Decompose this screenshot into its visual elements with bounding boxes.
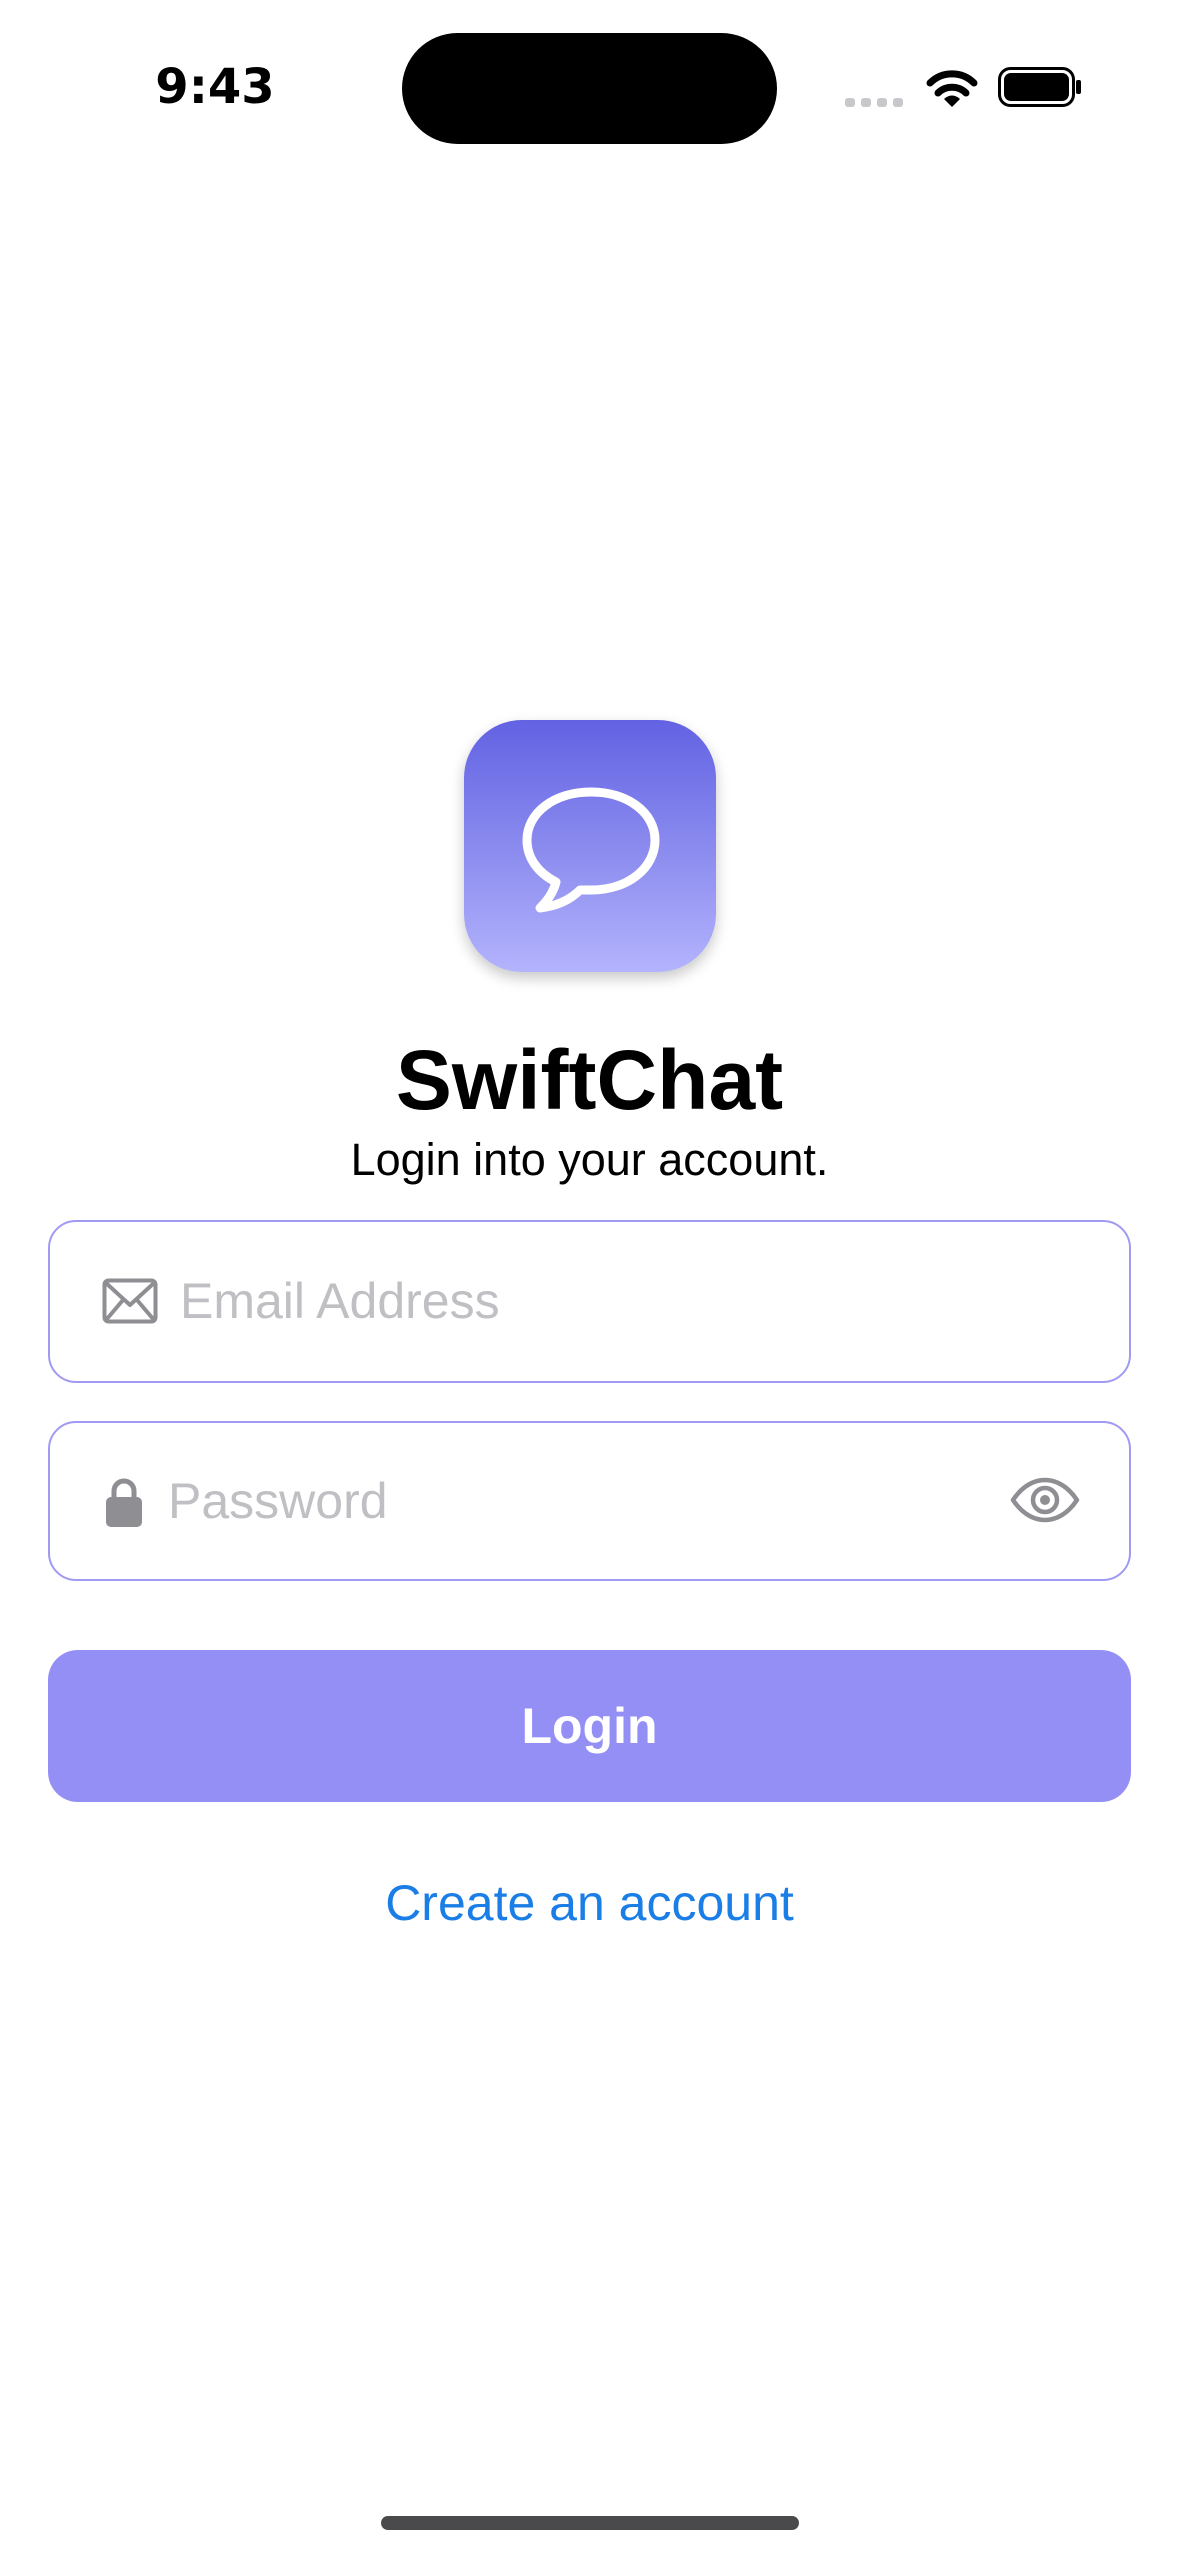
dynamic-island bbox=[402, 33, 777, 144]
app-logo bbox=[464, 720, 716, 972]
lock-icon bbox=[106, 1478, 142, 1527]
app-name: SwiftChat bbox=[395, 1033, 784, 1127]
status-time: 9:43 bbox=[155, 59, 275, 115]
email-field[interactable] bbox=[48, 1220, 1131, 1383]
envelope-icon bbox=[102, 1278, 158, 1324]
home-indicator[interactable] bbox=[381, 2516, 799, 2530]
eye-icon[interactable] bbox=[1010, 1477, 1080, 1523]
password-field[interactable] bbox=[48, 1421, 1131, 1581]
battery-icon bbox=[998, 67, 1081, 107]
chat-bubble-icon bbox=[522, 787, 660, 913]
password-input[interactable] bbox=[168, 1466, 1008, 1536]
email-input[interactable] bbox=[180, 1266, 1080, 1336]
login-button[interactable]: Login bbox=[48, 1650, 1131, 1802]
create-account-link[interactable]: Create an account bbox=[0, 1868, 1179, 1938]
app-tagline: Login into your account. bbox=[350, 1134, 829, 1185]
cellular-signal-icon bbox=[845, 98, 903, 107]
wifi-icon bbox=[926, 70, 978, 107]
